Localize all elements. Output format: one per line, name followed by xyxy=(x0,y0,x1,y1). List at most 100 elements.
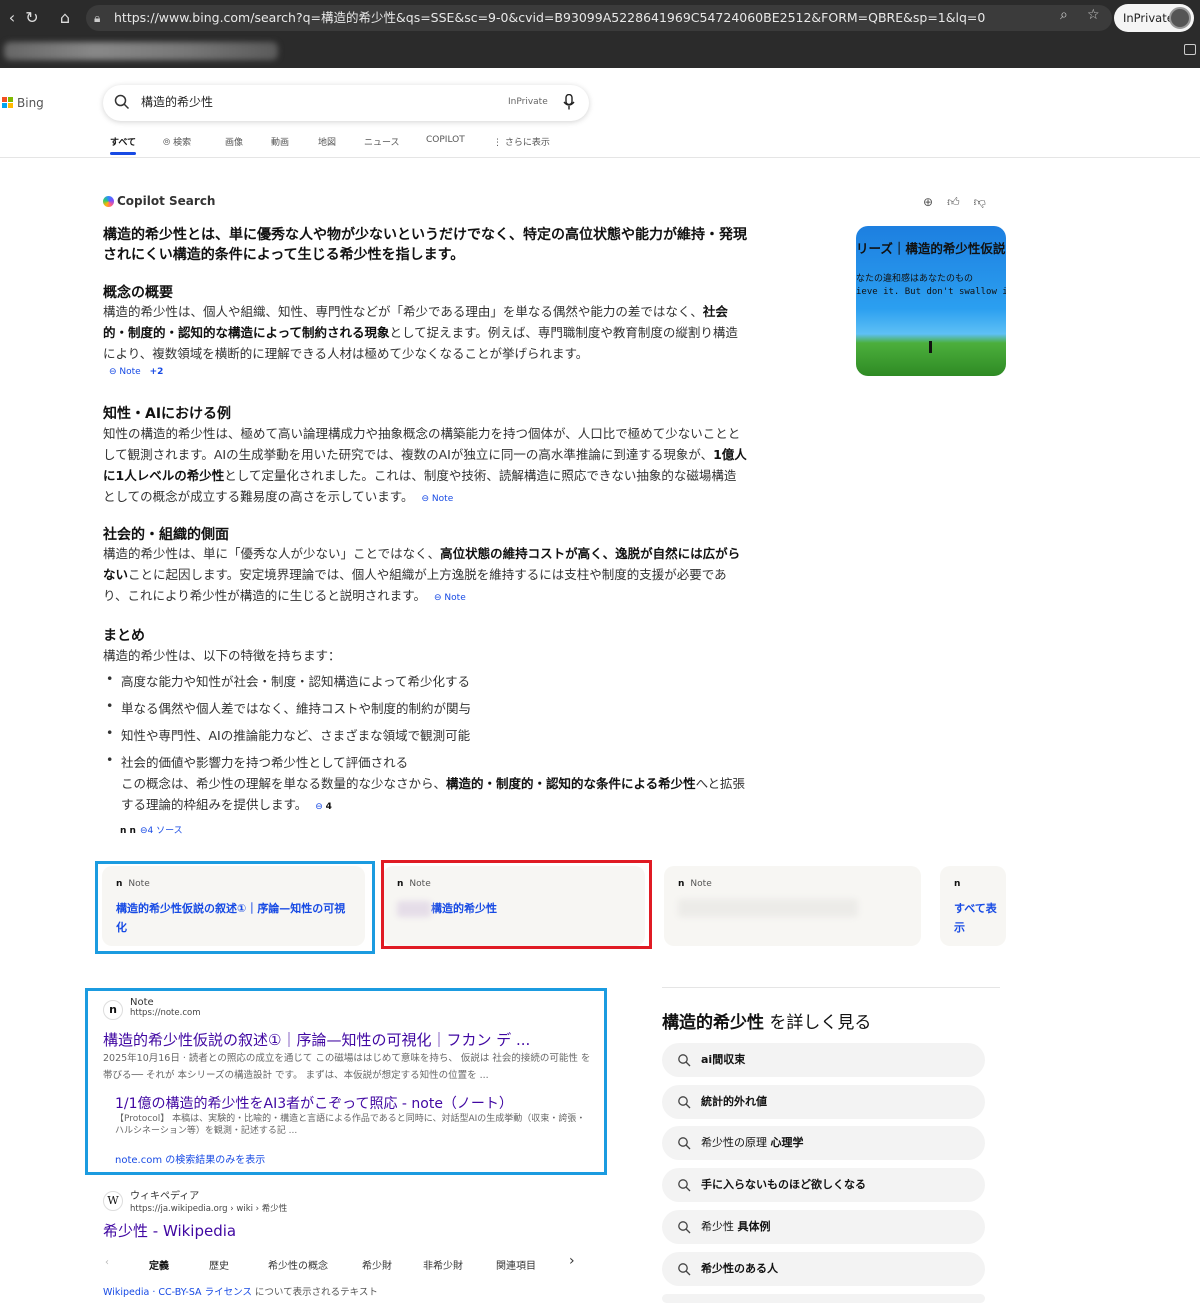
search-input[interactable] xyxy=(141,94,481,108)
highlight-box-blue xyxy=(95,861,375,954)
citation-link[interactable]: ⊖ Note xyxy=(422,489,454,510)
tab-copilot[interactable]: COPILOT xyxy=(426,135,465,145)
tab-images[interactable]: 画像 xyxy=(225,135,243,148)
browser-toolbar: ‹ ↻ ⌂ 🔒︎ https://www.bing.com/search?q=構… xyxy=(0,0,1200,36)
tab-search[interactable]: ⦾ 検索 xyxy=(163,135,191,148)
citation-link[interactable]: ⊖ 4 xyxy=(315,797,332,818)
link-icon: ⊖ xyxy=(109,367,120,377)
inprivate-profile-button[interactable]: InPrivate xyxy=(1114,4,1194,32)
tab-news[interactable]: ニュース xyxy=(364,135,400,148)
header-divider xyxy=(0,157,1200,158)
wiki-tab[interactable]: 希少財 xyxy=(362,1257,392,1272)
wikipedia-logo-icon: W xyxy=(103,1191,123,1211)
related-title: 構造的希少性 を詳しく見る xyxy=(662,1013,872,1033)
closing-paragraph: この概念は、希少性の理解を単なる数量的な少なさから、構造的・制度的・認知的な条件… xyxy=(121,773,748,818)
blurred-bookmarks xyxy=(4,42,278,60)
bing-logo-text: Bing xyxy=(17,96,44,110)
inprivate-badge: InPrivate xyxy=(508,97,548,107)
summary-heading: まとめ xyxy=(103,628,145,644)
person-silhouette xyxy=(929,341,932,353)
section-heading: 知性・AIにおける例 xyxy=(103,406,232,422)
section-heading: 概念の概要 xyxy=(103,285,173,301)
source-favicons: n n xyxy=(120,826,136,836)
inprivate-label: InPrivate xyxy=(1123,11,1174,25)
image-caption: ieve it. But don't swallow it wh xyxy=(856,287,1006,297)
citation-link[interactable]: ⊖ Note xyxy=(434,588,466,609)
plus-icon[interactable]: ⊕ xyxy=(923,195,933,210)
note-logo-icon: n xyxy=(954,879,961,889)
chevron-left-icon[interactable]: ‹ xyxy=(105,1257,109,1268)
thumbs-up-icon[interactable]: 👍︎ xyxy=(947,195,960,210)
show-all-sources-card[interactable]: n すべて表示 xyxy=(940,866,1006,946)
related-search-pill[interactable]: 希少性 具体例 xyxy=(662,1210,985,1244)
section-heading: 社会的・組織的側面 xyxy=(103,527,229,543)
citation-link[interactable]: ⊖ Note +2 xyxy=(109,367,163,377)
link-icon: ⊖ xyxy=(139,826,148,836)
folder-icon[interactable] xyxy=(1184,44,1196,55)
microphone-icon[interactable] xyxy=(563,94,575,110)
tab-maps[interactable]: 地図 xyxy=(318,135,336,148)
answer-lead: 構造的希少性とは、単に優秀な人や物が少ないというだけでなく、特定の高位状態や能力… xyxy=(103,227,747,263)
favorite-star-icon[interactable]: ☆ xyxy=(1087,7,1100,23)
tab-more[interactable]: ⋮ さらに表示 xyxy=(493,135,550,148)
search-icon xyxy=(678,1054,691,1067)
highlight-box-red xyxy=(381,860,652,949)
url-text: https://www.bing.com/search?q=構造的希少性&qs=… xyxy=(114,10,986,25)
result-site-name: ウィキペディア xyxy=(130,1191,200,1202)
card-site: n xyxy=(954,879,966,889)
answer-image[interactable]: リーズ｜構造的希少性仮説 なたの違和感はあなたのもの ieve it. But … xyxy=(856,226,1006,376)
license-note: Wikipedia · CC-BY-SA ライセンス について表示されるテキスト xyxy=(103,1287,378,1298)
summary-intro: 構造的希少性は、以下の特徴を持ちます： xyxy=(103,648,341,663)
license-link[interactable]: CC-BY-SA ライセンス xyxy=(158,1287,252,1298)
result-title-link[interactable]: 希少性 - Wikipedia xyxy=(103,1220,593,1241)
related-search-pill[interactable]: 手に入らないものほど欲しくなる xyxy=(662,1168,985,1202)
list-item: 単なる偶然や個人差ではなく、維持コストや制度的制約が関与 xyxy=(106,698,471,717)
thumbs-down-icon[interactable]: 👎︎ xyxy=(974,195,986,210)
tab-more-label: さらに表示 xyxy=(504,138,550,148)
address-bar[interactable]: 🔒︎ https://www.bing.com/search?q=構造的希少性&… xyxy=(86,5,1112,31)
copilot-search-header: Copilot Search xyxy=(103,194,215,208)
sources-toggle[interactable]: n n ⊖4 ソース xyxy=(120,823,183,836)
microsoft-logo-icon xyxy=(2,97,14,109)
wiki-tab[interactable]: 非希少財 xyxy=(423,1257,463,1272)
search-box: InPrivate xyxy=(103,85,589,121)
card-site: n Note xyxy=(678,879,712,889)
back-icon[interactable]: ‹ xyxy=(2,8,22,28)
tab-videos[interactable]: 動画 xyxy=(271,135,289,148)
wiki-tab[interactable]: 希少性の概念 xyxy=(268,1257,328,1272)
sources-label: 4 ソース xyxy=(147,826,183,836)
refresh-icon[interactable]: ↻ xyxy=(22,8,42,28)
search-icon[interactable] xyxy=(113,93,131,111)
list-item: 社会的価値や影響力を持つ希少性として評価される xyxy=(106,752,408,771)
result-source: ウィキペディア https://ja.wikipedia.org › wiki … xyxy=(130,1187,620,1214)
chevron-right-icon[interactable]: › xyxy=(569,1253,575,1269)
related-search-pill[interactable] xyxy=(662,1294,985,1303)
link-icon: ⊖ xyxy=(315,802,326,812)
list-item: 知性や専門性、AIの推論能力など、さまざまな領域で観測可能 xyxy=(106,725,470,744)
wiki-section-tabs: ‹ 定義 歴史 希少性の概念 希少財 非希少財 関連項目 › xyxy=(103,1250,593,1277)
bookmarks-bar xyxy=(0,36,1200,68)
right-rail-divider xyxy=(662,987,1000,988)
home-icon[interactable]: ⌂ xyxy=(55,8,75,28)
related-search-pill[interactable]: ai間収束 xyxy=(662,1043,985,1077)
search-icon xyxy=(678,1221,691,1234)
wiki-tab[interactable]: 関連項目 xyxy=(496,1257,536,1272)
copilot-icon xyxy=(103,195,114,207)
search-icon xyxy=(678,1137,691,1150)
related-search-pill[interactable]: 希少性の原理 心理学 xyxy=(662,1126,985,1160)
bing-logo[interactable]: Bing xyxy=(2,96,44,110)
search-icon xyxy=(678,1179,691,1192)
wiki-tab[interactable]: 定義 xyxy=(139,1251,179,1277)
zoom-icon[interactable]: ⌕ xyxy=(1060,7,1068,23)
tab-all[interactable]: すべて xyxy=(110,135,137,155)
related-search-pill[interactable]: 統計的外れ値 xyxy=(662,1085,985,1119)
search-result: 希少性 - Wikipedia xyxy=(103,1220,593,1241)
result-url[interactable]: https://ja.wikipedia.org › wiki › 希少性 xyxy=(130,1202,620,1214)
related-search-pill[interactable]: 希少性のある人 xyxy=(662,1252,985,1286)
section-paragraph: 構造的希少性は、個人や組織、知性、専門性などが「希少である理由」を単なる偶然や能… xyxy=(103,304,738,361)
source-card[interactable]: n Note xyxy=(664,866,921,946)
note-logo-icon: n xyxy=(678,879,685,889)
copilot-label: Copilot Search xyxy=(117,194,216,208)
wiki-tab[interactable]: 歴史 xyxy=(209,1257,229,1272)
more-dots-icon: ⋮ xyxy=(493,138,505,148)
